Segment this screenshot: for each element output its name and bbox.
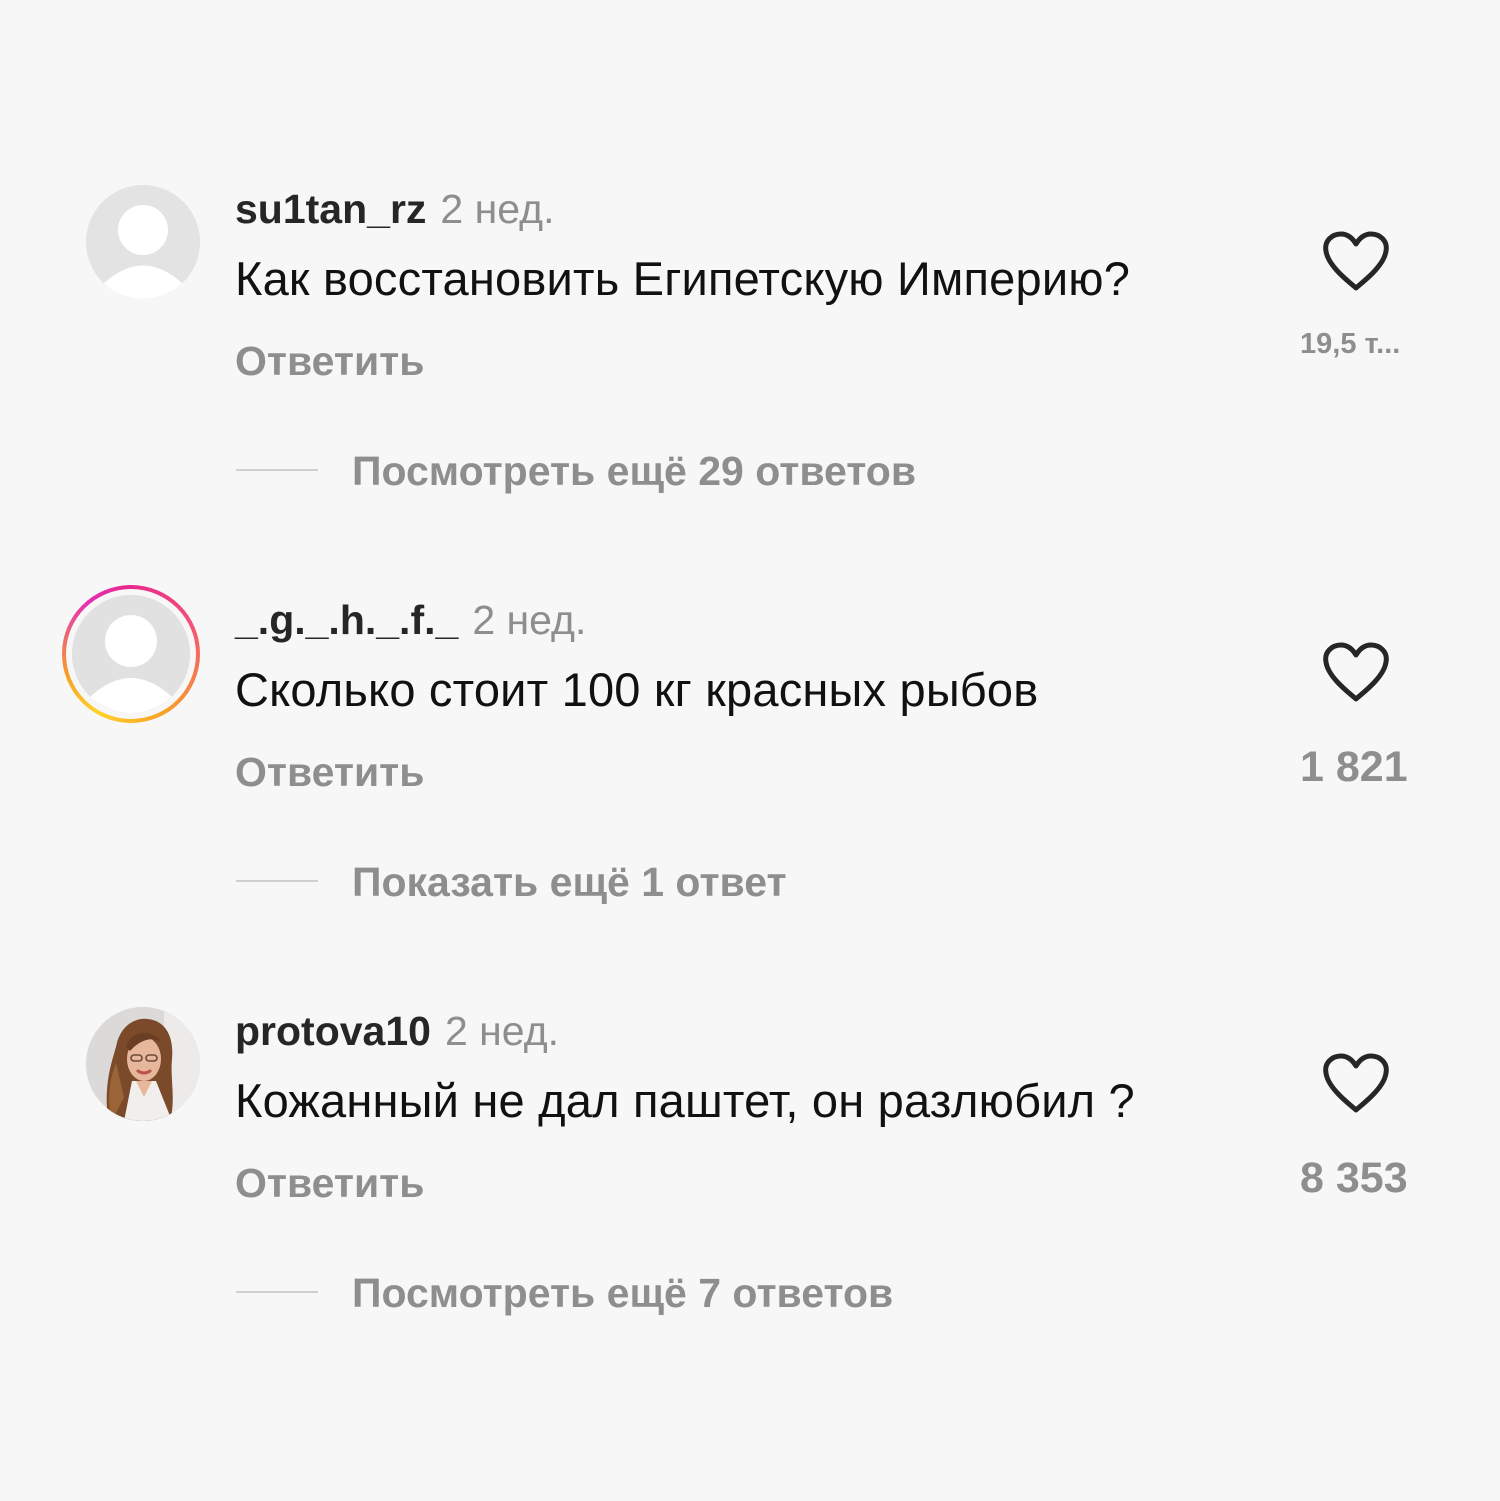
heart-outline-icon <box>1323 1053 1389 1113</box>
line-divider <box>236 469 318 471</box>
comment-header: _.g._.h._.f._ 2 нед. <box>235 596 586 644</box>
heart-outline-icon <box>1323 231 1389 291</box>
like-count: 19,5 т... <box>1300 328 1401 360</box>
heart-outline-icon <box>1323 642 1389 702</box>
comment-text: Кожанный не дал паштет, он разлюбил ? <box>235 1074 1135 1127</box>
timestamp: 2 нед. <box>444 1008 560 1054</box>
comment-header: su1tan_rz 2 нед. <box>235 185 554 233</box>
username[interactable]: _.g._.h._.f._ <box>235 597 458 643</box>
reply-button[interactable]: Ответить <box>235 748 424 796</box>
like-button[interactable] <box>1322 231 1390 293</box>
username[interactable]: protova10 <box>235 1008 431 1054</box>
view-replies-label: Показать ещё 1 ответ <box>352 859 787 905</box>
reply-button[interactable]: Ответить <box>235 1159 424 1207</box>
like-button[interactable] <box>1322 642 1390 704</box>
username[interactable]: su1tan_rz <box>235 186 426 232</box>
line-divider <box>236 880 318 882</box>
like-button[interactable] <box>1322 1053 1390 1115</box>
timestamp: 2 нед. <box>472 597 587 643</box>
like-count: 1 821 <box>1300 743 1408 791</box>
view-replies-label: Посмотреть ещё 7 ответов <box>352 1270 894 1316</box>
reply-button[interactable]: Ответить <box>235 337 424 385</box>
comment-text: Сколько стоит 100 кг красных рыбов <box>235 663 1039 716</box>
timestamp: 2 нед. <box>440 186 555 232</box>
comment-item: protova10 2 нед. Кожанный не дал паштет, … <box>0 1007 1500 1418</box>
comment-item: su1tan_rz 2 нед. Как восстановить Египетс… <box>0 185 1500 596</box>
default-avatar-icon <box>72 595 190 713</box>
photo-avatar-icon <box>86 1007 200 1121</box>
default-avatar-icon <box>86 185 200 299</box>
avatar[interactable] <box>62 585 200 723</box>
view-replies-label: Посмотреть ещё 29 ответов <box>352 448 917 494</box>
comment-item: _.g._.h._.f._ 2 нед. Сколько стоит 100 кг… <box>0 585 1500 1007</box>
comment-header: protova10 2 нед. <box>235 1007 559 1055</box>
avatar[interactable] <box>86 185 200 299</box>
line-divider <box>236 1291 318 1293</box>
avatar[interactable] <box>86 1007 200 1121</box>
comment-text: Как восстановить Египетскую Империю? <box>235 252 1131 305</box>
like-count: 8 353 <box>1300 1154 1408 1202</box>
